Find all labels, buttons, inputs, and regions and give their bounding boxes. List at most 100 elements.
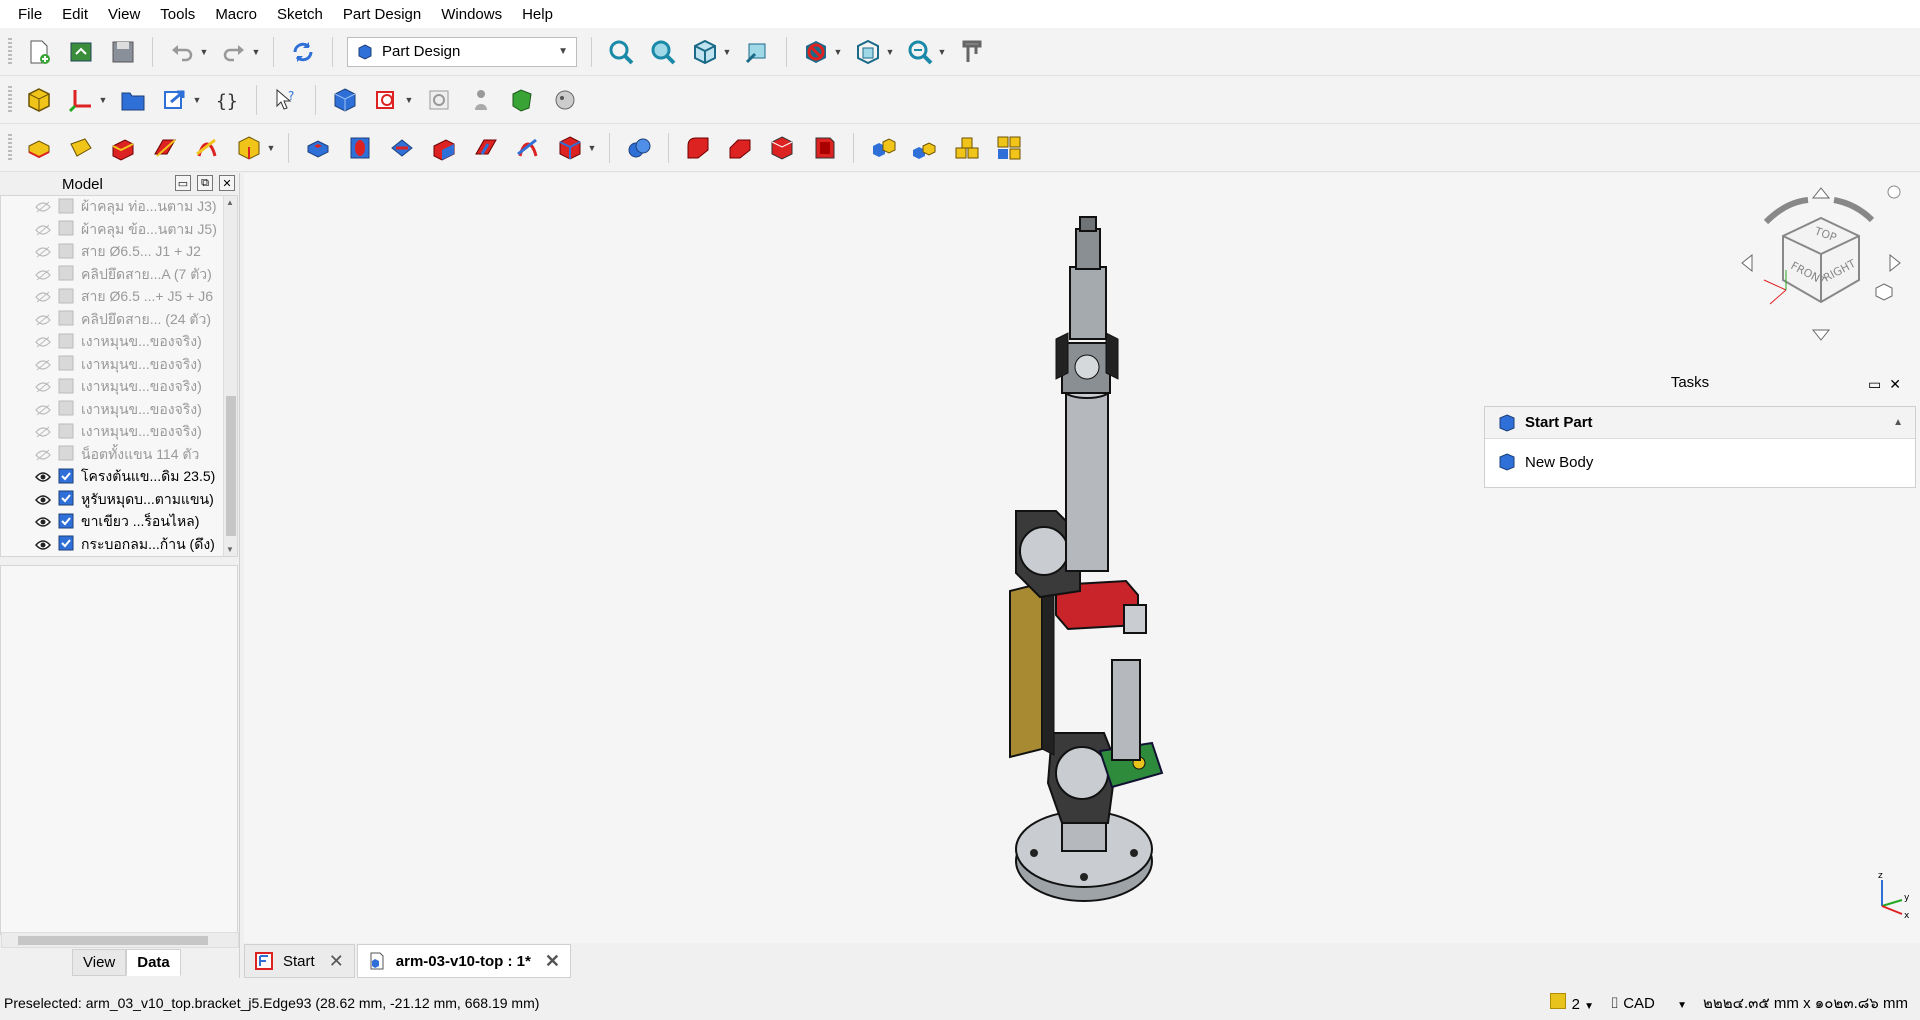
tree-item[interactable]: เงาหมุนข...ของจริง): [1, 354, 237, 377]
rotate-right-arrow-icon[interactable]: [1889, 253, 1901, 273]
dock-icon[interactable]: ▭: [1868, 376, 1881, 393]
redo-button[interactable]: [217, 35, 251, 69]
open-document-button[interactable]: [64, 35, 98, 69]
linear-pattern-button[interactable]: [908, 131, 942, 165]
subtractive-primitive-dropdown[interactable]: ▼: [587, 131, 597, 165]
create-mesh-button[interactable]: [548, 83, 582, 117]
eye-hidden-icon[interactable]: [35, 314, 51, 326]
toolbar-grip[interactable]: [8, 133, 12, 162]
rotate-left-arrow-icon[interactable]: [1741, 253, 1753, 273]
menu-part-design[interactable]: Part Design: [333, 6, 431, 23]
close-icon[interactable]: ✕: [329, 951, 344, 972]
menu-tools[interactable]: Tools: [150, 6, 205, 23]
eye-icon[interactable]: [35, 539, 51, 551]
eye-hidden-icon[interactable]: [35, 381, 51, 393]
zoom-button[interactable]: [903, 35, 937, 69]
tree-item[interactable]: เงาหมุนข...ของจริง): [1, 399, 237, 422]
tab-view[interactable]: View: [72, 949, 127, 976]
additive-helix-button[interactable]: [190, 131, 224, 165]
scroll-down-icon[interactable]: ▼: [226, 545, 234, 554]
dock-icon[interactable]: ▭: [175, 175, 191, 191]
eye-icon[interactable]: [35, 494, 51, 506]
refresh-button[interactable]: [286, 35, 320, 69]
new-body-task[interactable]: New Body: [1485, 439, 1915, 485]
menu-view[interactable]: View: [98, 6, 150, 23]
tree-item[interactable]: น็อตทั้งแขน 114 ตัว: [1, 444, 237, 467]
create-body-button[interactable]: [328, 83, 362, 117]
eye-hidden-icon[interactable]: [35, 336, 51, 348]
whats-this-button[interactable]: ?: [269, 83, 303, 117]
subtractive-loft-button[interactable]: [427, 131, 461, 165]
tab-document[interactable]: arm-03-v10-top : 1* ✕: [356, 944, 571, 978]
create-clone-button[interactable]: [422, 83, 456, 117]
eye-icon[interactable]: [35, 471, 51, 483]
bounding-box-dropdown[interactable]: ▼: [885, 35, 895, 69]
bounding-box-button[interactable]: [851, 35, 885, 69]
notification-area[interactable]: 2 ▼: [1549, 993, 1594, 1013]
create-link-button[interactable]: [158, 83, 192, 117]
menu-macro[interactable]: Macro: [205, 6, 267, 23]
fit-selection-button[interactable]: [646, 35, 680, 69]
scroll-thumb[interactable]: [18, 936, 208, 945]
undo-dropdown[interactable]: ▼: [199, 35, 209, 69]
tree-item[interactable]: สาย Ø6.5... J1 + J2: [1, 241, 237, 264]
chevron-up-icon[interactable]: ▲: [1893, 417, 1903, 428]
save-button[interactable]: [106, 35, 140, 69]
pocket-button[interactable]: [301, 131, 335, 165]
eye-hidden-icon[interactable]: [35, 359, 51, 371]
mini-cube-icon[interactable]: [1875, 283, 1893, 301]
eye-hidden-icon[interactable]: [35, 246, 51, 258]
subtractive-helix-button[interactable]: [511, 131, 545, 165]
additive-loft-button[interactable]: [106, 131, 140, 165]
subtractive-pipe-button[interactable]: [469, 131, 503, 165]
tab-start[interactable]: Start ✕: [244, 944, 355, 978]
create-primitive-button[interactable]: [464, 83, 498, 117]
tree-item[interactable]: หูรับหมุดบ...ตามแขน): [1, 489, 237, 512]
undo-button[interactable]: [165, 35, 199, 69]
rotate-up-arrow-icon[interactable]: [1811, 187, 1831, 199]
view-menu-icon[interactable]: [1887, 185, 1901, 199]
toolbar-grip[interactable]: [8, 37, 12, 66]
standard-views-dropdown[interactable]: ▼: [722, 35, 732, 69]
tree-item[interactable]: เงาหมุนข...ของจริง): [1, 331, 237, 354]
draft-button[interactable]: [765, 131, 799, 165]
fillet-button[interactable]: [681, 131, 715, 165]
eye-hidden-icon[interactable]: [35, 224, 51, 236]
float-icon[interactable]: ⧉: [197, 175, 213, 191]
additive-pipe-button[interactable]: [148, 131, 182, 165]
standard-views-button[interactable]: [688, 35, 722, 69]
close-icon[interactable]: ✕: [219, 175, 235, 191]
menu-windows[interactable]: Windows: [431, 6, 512, 23]
eye-hidden-icon[interactable]: [35, 291, 51, 303]
navigation-cube[interactable]: TOP FRONT RIGHT: [1736, 178, 1906, 348]
tree-item[interactable]: โครงต้นแข...ดิม 23.5): [1, 466, 237, 489]
tree-item[interactable]: เงาหมุนข...ของจริง): [1, 421, 237, 444]
model-tree[interactable]: ผ้าคลุม ท่อ...นตาม J3) ผ้าคลุม ข้อ...นตาม…: [0, 195, 238, 557]
revolution-button[interactable]: [64, 131, 98, 165]
groove-button[interactable]: [385, 131, 419, 165]
additive-primitive-button[interactable]: [232, 131, 266, 165]
workbench-selector[interactable]: Part Design ▼: [347, 36, 577, 67]
tree-item[interactable]: สาย Ø6.5 ...+ J5 + J6: [1, 286, 237, 309]
tree-item[interactable]: ผ้าคลุม ข้อ...นตาม J5): [1, 219, 237, 242]
create-shape-binder-button[interactable]: [370, 83, 404, 117]
tree-item[interactable]: คลิปยึดสาย... (24 ตัว): [1, 309, 237, 332]
subtractive-primitive-button[interactable]: [553, 131, 587, 165]
create-link-dropdown[interactable]: ▼: [192, 83, 202, 117]
draw-style-dropdown[interactable]: ▼: [833, 35, 843, 69]
tree-vertical-scrollbar[interactable]: ▲ ▼: [223, 196, 237, 556]
create-part-button[interactable]: [22, 83, 56, 117]
measure-button[interactable]: [740, 35, 774, 69]
eye-hidden-icon[interactable]: [35, 201, 51, 213]
zoom-dropdown[interactable]: ▼: [937, 35, 947, 69]
multi-transform-button[interactable]: [992, 131, 1026, 165]
tree-item[interactable]: คลิปยึดสาย...A (7 ตัว): [1, 264, 237, 287]
pad-button[interactable]: [22, 131, 56, 165]
tree-item[interactable]: เงาหมุนข...ของจริง): [1, 376, 237, 399]
polar-pattern-button[interactable]: [950, 131, 984, 165]
eye-icon[interactable]: [35, 516, 51, 528]
tree-item[interactable]: ขาเขียว ...ร็อนไหล): [1, 511, 237, 534]
draw-style-button[interactable]: [799, 35, 833, 69]
3d-viewport[interactable]: [244, 173, 1920, 943]
scroll-thumb[interactable]: [226, 396, 236, 536]
